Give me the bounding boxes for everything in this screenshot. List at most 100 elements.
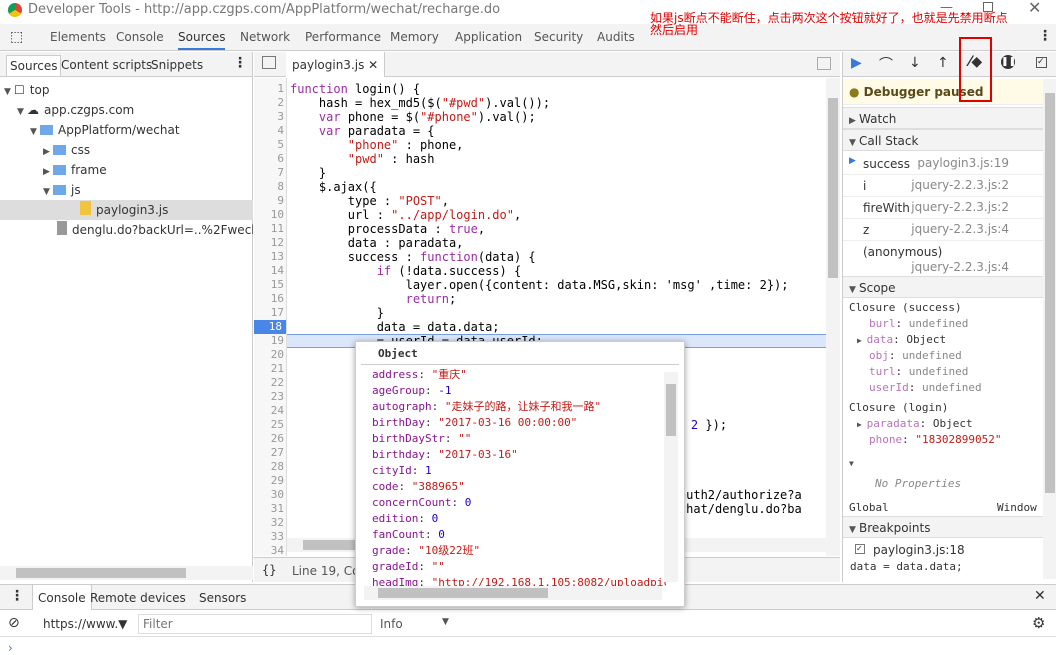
tab-content-scripts[interactable]: Content scripts (61, 58, 152, 72)
line-number[interactable]: 21 (254, 362, 284, 376)
closure-success-header[interactable]: Closure (success) (849, 300, 962, 316)
step-out-button[interactable]: ↑ (937, 55, 949, 71)
line-number[interactable]: 11 (254, 222, 284, 236)
expand-icon[interactable]: ▼ (849, 456, 854, 472)
line-number[interactable]: 26 (254, 432, 284, 446)
step-over-button[interactable]: ⌒ (879, 54, 893, 74)
settings-gear-icon[interactable]: ⚙ (1032, 614, 1045, 632)
drawer-tab-remote-devices[interactable]: Remote devices (90, 591, 186, 605)
line-number[interactable]: 23 (254, 390, 284, 404)
context-selector[interactable]: https://www.▼ (43, 617, 127, 631)
line-number[interactable]: 7 (254, 166, 284, 180)
chevron-down-icon[interactable]: ▼ (442, 617, 449, 627)
line-number[interactable]: 24 (254, 404, 284, 418)
tree-item[interactable]: ▶ css (0, 140, 253, 160)
line-number[interactable]: 30 (254, 488, 284, 502)
tree-item[interactable]: paylogin3.js (0, 200, 253, 220)
line-number[interactable]: 16 (254, 292, 284, 306)
pause-on-exceptions-button[interactable]: ❚❚ (1001, 55, 1016, 69)
line-number[interactable]: 12 (254, 236, 284, 250)
global-scope[interactable]: Global (849, 500, 889, 516)
line-number[interactable]: 34 (254, 544, 284, 558)
tab-memory[interactable]: Memory (390, 30, 439, 44)
frame-location[interactable]: jquery-2.2.3.js:4 (911, 222, 1009, 236)
breakpoint-marker[interactable]: 18 (254, 320, 286, 334)
call-frame[interactable]: z jquery-2.2.3.js:4 (843, 219, 1043, 241)
scope-variable[interactable]: burl: undefined (869, 316, 968, 332)
scope-variable[interactable]: obj: undefined (869, 348, 962, 364)
line-number[interactable]: 14 (254, 264, 284, 278)
chevron-icon[interactable]: ▼ (43, 182, 53, 200)
vertical-scrollbar[interactable] (826, 78, 840, 556)
line-number[interactable]: 5 (254, 138, 284, 152)
breakpoint-checkbox[interactable]: ✓ (855, 544, 865, 554)
line-number[interactable]: 8 (254, 180, 284, 194)
horizontal-scrollbar[interactable] (0, 566, 253, 580)
tree-item[interactable]: ▼ js (0, 180, 253, 200)
chevron-icon[interactable]: ▼ (30, 122, 40, 140)
step-into-button[interactable]: ↓ (909, 55, 921, 71)
line-number[interactable]: 29 (254, 474, 284, 488)
more-menu-icon[interactable]: ⋮ (1038, 28, 1052, 44)
line-number[interactable]: 15 (254, 278, 284, 292)
scope-variable[interactable]: ▶ data: Object (857, 332, 946, 348)
drawer-tab-sensors[interactable]: Sensors (199, 591, 246, 605)
tab-performance[interactable]: Performance (305, 30, 381, 44)
frame-location[interactable]: paylogin3.js:19 (917, 156, 1009, 170)
line-number[interactable]: 13 (254, 250, 284, 264)
line-number[interactable]: 19 (254, 334, 284, 348)
tab-network[interactable]: Network (240, 30, 290, 44)
tree-item[interactable]: ▼ ☁ app.czgps.com (0, 100, 253, 120)
line-number[interactable]: 31 (254, 502, 284, 516)
line-number[interactable]: 3 (254, 110, 284, 124)
line-number[interactable]: 4 (254, 124, 284, 138)
tab-audits[interactable]: Audits (597, 30, 635, 44)
scope-section[interactable]: ▼ Scope (843, 276, 1043, 298)
popover-horizontal-scrollbar[interactable] (364, 586, 662, 600)
scope-variable[interactable]: turl: undefined (869, 364, 968, 380)
tab-application[interactable]: Application (455, 30, 522, 44)
toggle-debugger-icon[interactable] (817, 57, 831, 70)
console-prompt[interactable]: › (8, 641, 13, 655)
chevron-icon[interactable]: ▶ (43, 162, 53, 180)
console-filter-input[interactable] (138, 614, 372, 634)
line-number[interactable]: 27 (254, 446, 284, 460)
popover-vertical-scrollbar[interactable] (664, 372, 678, 582)
clear-console-icon[interactable]: ⊘ (8, 615, 20, 631)
sidebar-scrollbar[interactable] (1043, 79, 1056, 579)
breakpoint-location[interactable]: paylogin3.js:18 (873, 543, 965, 557)
tab-security[interactable]: Security (534, 30, 583, 44)
toggle-navigator-icon[interactable] (262, 56, 276, 69)
tree-item[interactable]: ▼ AppPlatform/wechat (0, 120, 253, 140)
scope-variable[interactable]: ▶ paradata: Object (857, 416, 973, 432)
close-drawer-icon[interactable]: ✕ (1034, 588, 1046, 604)
chevron-icon[interactable]: ▼ (4, 82, 14, 100)
file-tab[interactable]: paylogin3.js ✕ (286, 52, 386, 77)
tab-sources[interactable]: Sources (178, 30, 226, 50)
frame-location[interactable]: jquery-2.2.3.js:2 (911, 200, 1009, 214)
line-number[interactable]: 17 (254, 306, 284, 320)
line-number[interactable]: 6 (254, 152, 284, 166)
tree-item[interactable]: denglu.do?backUrl=..%2Fwechat% (0, 220, 253, 240)
close-window-button[interactable]: ✕ (1028, 0, 1041, 17)
scope-variable[interactable]: phone: "18302899052" (869, 432, 1001, 448)
tab-elements[interactable]: Elements (50, 30, 106, 44)
closure-login-header[interactable]: Closure (login) (849, 400, 948, 416)
line-number[interactable]: 9 (254, 194, 284, 208)
resume-button[interactable]: ▶ (851, 55, 862, 71)
call-frame[interactable]: (anonymous) jquery-2.2.3.js:4 (843, 241, 1043, 277)
scope-variable[interactable]: userId: undefined (869, 380, 982, 396)
line-number[interactable]: 22 (254, 376, 284, 390)
line-number[interactable]: 10 (254, 208, 284, 222)
tab-snippets[interactable]: Snippets (151, 58, 203, 72)
more-icon[interactable]: ⋮ (233, 55, 247, 71)
chevron-icon[interactable]: ▶ (43, 142, 53, 160)
call-stack-section[interactable]: ▼ Call Stack (843, 129, 1043, 151)
breakpoints-section[interactable]: ▼ Breakpoints (843, 516, 1043, 538)
frame-location[interactable]: jquery-2.2.3.js:4 (911, 260, 1009, 274)
frame-location[interactable]: jquery-2.2.3.js:2 (911, 178, 1009, 192)
log-level-selector[interactable]: Info (380, 617, 403, 631)
chevron-icon[interactable]: ▼ (17, 102, 27, 120)
tree-item[interactable]: ▶ frame (0, 160, 253, 180)
expand-icon[interactable]: ▶ (857, 336, 867, 345)
